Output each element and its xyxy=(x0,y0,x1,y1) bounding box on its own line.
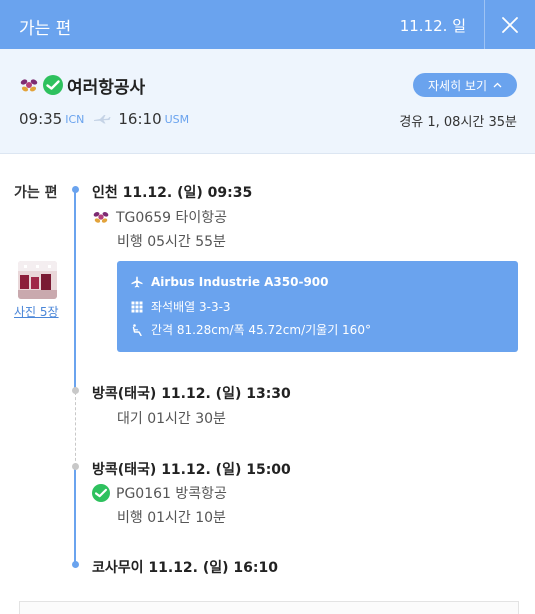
seat-layout: 좌석배열 3-3-3 xyxy=(151,300,231,314)
aircraft-model: Airbus Industrie A350-900 xyxy=(151,275,329,289)
departure-airport-code: ICN xyxy=(65,112,85,126)
timeline-layover-line xyxy=(74,392,76,466)
timeline-line xyxy=(74,189,76,391)
close-icon xyxy=(502,16,518,33)
itinerary-summary: 여러항공사 자세히 보기 09:35 ICN 16:10 USM 경유 1, 0… xyxy=(0,49,535,154)
timeline-dot xyxy=(72,561,79,568)
modal-header: 가는 편 11.12. 일 xyxy=(0,0,535,49)
close-button[interactable] xyxy=(485,0,535,49)
cabin-photo-image xyxy=(18,261,57,299)
final-arrival: 코사무이 11.12. (일) 16:10 xyxy=(92,560,278,576)
arrival-airport-code: USM xyxy=(164,112,190,126)
header-title: 가는 편 xyxy=(19,19,72,39)
bangkok-airways-logo xyxy=(92,484,110,502)
seat-layout-row: 좌석배열 3-3-3 xyxy=(131,298,231,315)
segment-flight: PG0161 방콕항공 xyxy=(92,483,227,503)
cabin-photo-thumbnail[interactable] xyxy=(18,261,57,299)
segment-flight-label: TG0659 타이항공 xyxy=(116,210,227,226)
seat-grid-icon xyxy=(131,301,143,312)
segment-flight-label: PG0161 방콕항공 xyxy=(116,486,227,502)
plane-icon xyxy=(131,276,143,288)
seat-recline-icon xyxy=(132,323,142,336)
plane-icon xyxy=(94,115,111,124)
timeline-line xyxy=(74,466,76,565)
segment-departure: 방콕(태국) 11.12. (일) 15:00 xyxy=(92,462,291,478)
segment-flight: TG0659 타이항공 xyxy=(92,207,227,227)
header-date: 11.12. 일 xyxy=(399,17,466,35)
timeline-dot xyxy=(72,186,79,193)
timeline-dot xyxy=(72,463,79,470)
airline-logos xyxy=(19,75,63,95)
segment-departure: 인천 11.12. (일) 09:35 xyxy=(92,185,253,201)
seat-spacing: 간격 81.28cm/폭 45.72cm/기울기 160° xyxy=(151,323,371,337)
bangkok-airways-logo xyxy=(43,75,63,95)
next-card-edge xyxy=(19,601,519,614)
aircraft-model-row: Airbus Industrie A350-900 xyxy=(131,275,329,289)
flight-times: 09:35 ICN 16:10 USM xyxy=(19,110,189,128)
thai-airways-logo xyxy=(20,79,38,92)
stops-and-duration: 경유 1, 08시간 35분 xyxy=(399,115,517,130)
airline-name: 여러항공사 xyxy=(67,78,146,98)
section-label: 가는 편 xyxy=(14,185,58,201)
details-toggle-button[interactable]: 자세히 보기 xyxy=(413,73,517,97)
segment-duration: 비행 05시간 55분 xyxy=(117,234,226,250)
layover-arrival: 방콕(태국) 11.12. (일) 13:30 xyxy=(92,386,291,402)
chevron-up-icon xyxy=(493,82,502,88)
photos-link[interactable]: 사진 5장 xyxy=(14,303,59,320)
timeline-dot xyxy=(72,387,79,394)
details-toggle-label: 자세히 보기 xyxy=(427,78,487,93)
aircraft-info-box: Airbus Industrie A350-900 좌석배열 3-3-3 간격 … xyxy=(117,261,518,352)
layover-wait: 대기 01시간 30분 xyxy=(117,411,226,427)
arrival-time: 16:10 xyxy=(118,110,162,128)
thai-airways-logo xyxy=(93,212,109,223)
departure-time: 09:35 xyxy=(19,110,63,128)
seat-spacing-row: 간격 81.28cm/폭 45.72cm/기울기 160° xyxy=(131,321,371,338)
segment-duration: 비행 01시간 10분 xyxy=(117,510,226,526)
